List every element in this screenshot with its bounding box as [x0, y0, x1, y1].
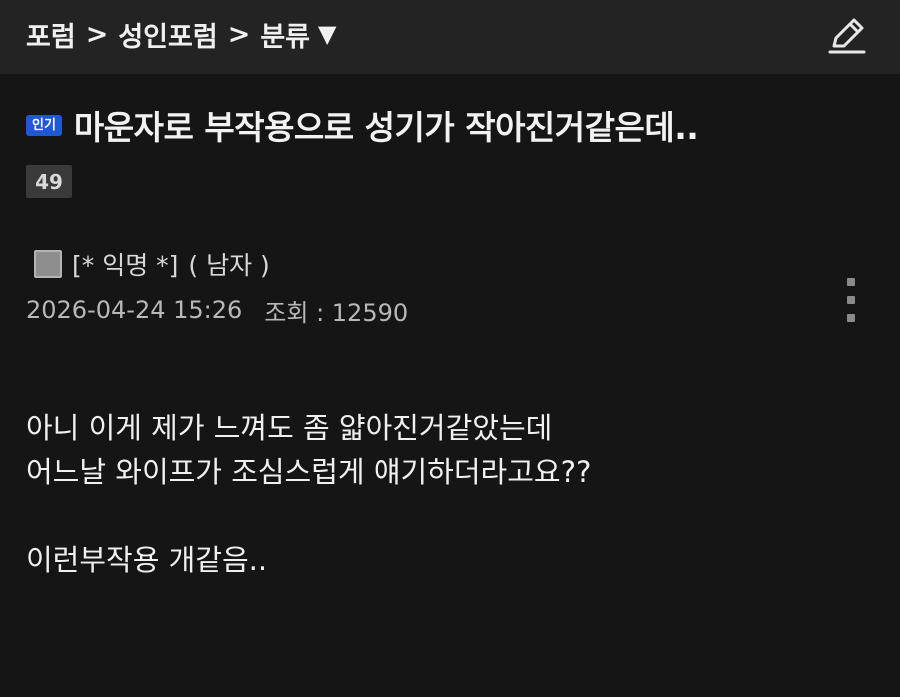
post-date: 2026-04-24 15:26 — [26, 296, 243, 324]
view-count: 조회 : 12590 — [264, 298, 409, 327]
breadcrumb-adult-forum[interactable]: 성인포럼 — [118, 15, 217, 54]
more-options-button[interactable] — [836, 274, 866, 326]
body-line: 이런부작용 개같음.. — [26, 543, 268, 577]
breadcrumb: 포럼 > 성인포럼 > 분류 ▼ — [26, 14, 336, 54]
write-post-button[interactable] — [822, 10, 872, 60]
post-title-row: 인기 마운자로 부작용으로 성기가 작아진거같은데.. — [26, 102, 699, 148]
breadcrumb-separator: > — [227, 18, 251, 50]
body-line: 어느날 와이프가 조심스럽게 얘기하더라고요?? — [26, 455, 592, 489]
breadcrumb-forum[interactable]: 포럼 — [26, 15, 76, 54]
post-meta: 2026-04-24 15:26 조회 : 12590 — [26, 293, 408, 327]
author-gender: ( 남자 ) — [188, 251, 270, 280]
vertical-dots-icon — [847, 296, 855, 304]
top-bar: 포럼 > 성인포럼 > 분류 ▼ — [0, 0, 900, 74]
comment-count-badge[interactable]: 49 — [26, 165, 72, 198]
author-name[interactable]: [* 익명 *] — [72, 246, 178, 282]
vertical-dots-icon — [847, 314, 855, 322]
author-info: [* 익명 *] ( 남자 ) — [34, 246, 270, 282]
body-line-blank — [26, 494, 876, 538]
chevron-down-icon[interactable]: ▼ — [318, 20, 336, 48]
post-page: 포럼 > 성인포럼 > 분류 ▼ 인기 마운자로 부작용으로 성기가 작아진거같… — [0, 0, 900, 697]
pencil-edit-icon — [828, 18, 866, 54]
vertical-dots-icon — [847, 278, 855, 286]
post-body: 아니 이게 제가 느껴도 좀 얇아진거같았는데 어느날 와이프가 조심스럽게 얘… — [26, 406, 876, 582]
hot-badge: 인기 — [26, 114, 62, 136]
breadcrumb-separator: > — [85, 18, 109, 50]
square-avatar-icon — [34, 250, 62, 278]
body-line: 아니 이게 제가 느껴도 좀 얇아진거같았는데 — [26, 411, 553, 445]
post-title: 마운자로 부작용으로 성기가 작아진거같은데.. — [73, 108, 699, 147]
category-dropdown-label[interactable]: 분류 — [260, 15, 310, 54]
